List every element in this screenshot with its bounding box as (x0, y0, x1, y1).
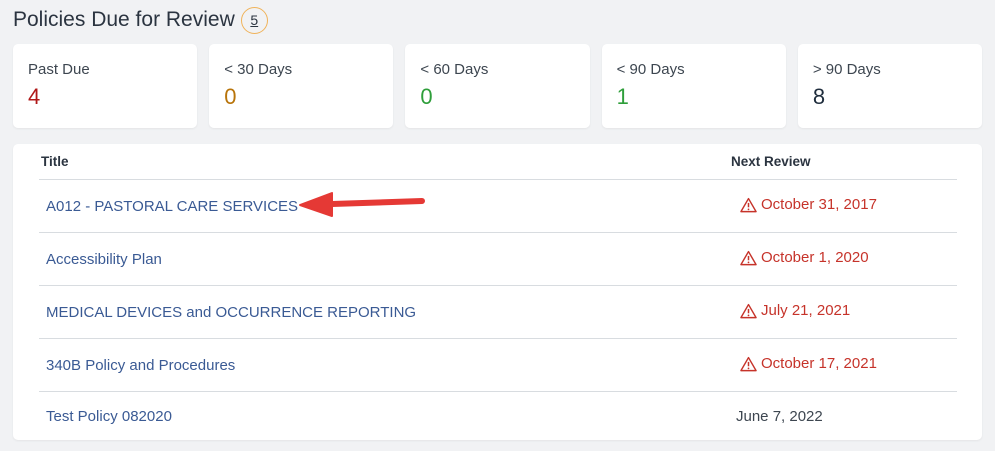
card-past-due[interactable]: Past Due 4 (13, 44, 198, 128)
table-row[interactable]: Test Policy 082020 June 7, 2022 (39, 392, 957, 445)
date-text: July 21, 2021 (761, 302, 851, 319)
page-title: Policies Due for Review (13, 8, 235, 31)
policy-title-link[interactable]: MEDICAL DEVICES and OCCURRENCE REPORTING (46, 304, 416, 321)
summary-cards: Past Due 4 < 30 Days 0 < 60 Days 0 < 90 … (13, 44, 983, 128)
card-value: 8 (812, 84, 826, 109)
card-label: < 60 Days (420, 61, 489, 78)
warning-icon (740, 250, 757, 265)
policy-title-link[interactable]: A012 - PASTORAL CARE SERVICES (46, 198, 298, 215)
card-value: 0 (420, 84, 433, 109)
warning-icon (740, 197, 757, 212)
column-header-next-review[interactable]: Next Review (731, 154, 811, 169)
table-header: Title Next Review (39, 144, 957, 180)
card-less-than-30-days[interactable]: < 30 Days 0 (209, 44, 394, 128)
card-less-than-90-days[interactable]: < 90 Days 1 (601, 44, 786, 128)
policies-table: Title Next Review A012 - PASTORAL CARE S… (13, 144, 982, 440)
card-value: 1 (616, 84, 629, 109)
policy-title-link[interactable]: Accessibility Plan (46, 251, 162, 268)
table-row[interactable]: 340B Policy and Procedures October 17, 2… (39, 339, 957, 392)
date-text: October 17, 2021 (761, 355, 877, 372)
card-label: < 30 Days (224, 61, 293, 78)
date-text: June 7, 2022 (736, 408, 823, 425)
next-review-date: June 7, 2022 (736, 408, 823, 425)
next-review-date: October 1, 2020 (740, 249, 869, 266)
card-label: Past Due (28, 61, 90, 78)
column-header-title[interactable]: Title (41, 154, 69, 169)
card-more-than-90-days[interactable]: > 90 Days 8 (797, 44, 983, 128)
policy-title-link[interactable]: 340B Policy and Procedures (46, 357, 235, 374)
policy-count-badge[interactable]: 5 (240, 6, 268, 34)
card-value: 4 (28, 84, 41, 109)
table-row[interactable]: MEDICAL DEVICES and OCCURRENCE REPORTING… (39, 286, 957, 339)
date-text: October 1, 2020 (761, 249, 869, 266)
table-row[interactable]: A012 - PASTORAL CARE SERVICES October 31… (39, 180, 957, 233)
card-less-than-60-days[interactable]: < 60 Days 0 (405, 44, 590, 128)
policy-title-link[interactable]: Test Policy 082020 (46, 408, 172, 425)
card-value: 0 (224, 84, 237, 109)
next-review-date: October 31, 2017 (740, 196, 877, 213)
card-label: < 90 Days (616, 61, 685, 78)
red-arrow-pointing-left-icon (299, 192, 425, 217)
warning-icon (740, 303, 757, 318)
card-label: > 90 Days (812, 61, 881, 78)
next-review-date: July 21, 2021 (740, 302, 850, 319)
page-header: Policies Due for Review 5 (13, 6, 268, 34)
table-row[interactable]: Accessibility Plan October 1, 2020 (39, 233, 957, 286)
next-review-date: October 17, 2021 (740, 355, 877, 372)
warning-icon (740, 356, 757, 371)
date-text: October 31, 2017 (761, 196, 877, 213)
